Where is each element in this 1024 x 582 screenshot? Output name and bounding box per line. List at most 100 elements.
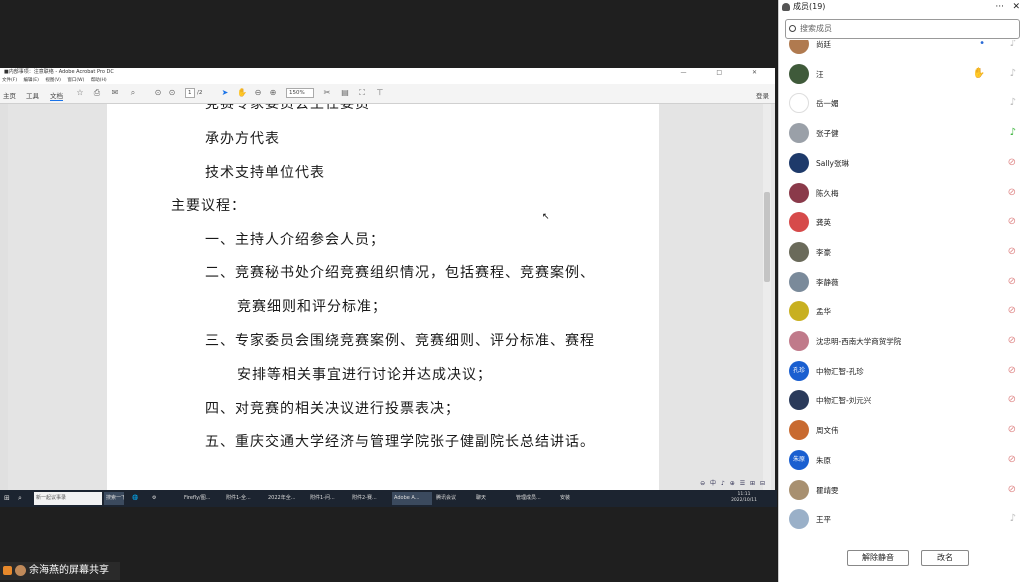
member-row[interactable]: 中物汇智-刘元兴 ⊘ (779, 386, 1024, 415)
mic-muted-icon[interactable]: ⊘ (1008, 454, 1016, 466)
member-row[interactable]: 瞿靖雯 ⊘ (779, 476, 1024, 505)
avatar (789, 93, 809, 114)
grid-icon[interactable]: ⊞ (750, 480, 755, 487)
taskbar-item[interactable]: Firefly/图... (182, 492, 222, 505)
moon-icon[interactable]: ♪ (721, 480, 725, 487)
member-row[interactable]: 李豪 ⊘ (779, 238, 1024, 267)
menu-view[interactable]: 视图(V) (45, 78, 61, 83)
mic-muted-icon[interactable]: ⊘ (1008, 276, 1016, 288)
member-row[interactable]: 孟华 ⊘ (779, 297, 1024, 326)
taskbar-item[interactable]: 管理成员... (514, 492, 556, 505)
member-row[interactable]: 孔珍 中物汇智-孔珍 ⊘ (779, 357, 1024, 386)
system-clock[interactable]: 11:11 2022/10/11 (731, 492, 757, 504)
member-row[interactable]: 张子健 ♪ (779, 119, 1024, 148)
member-row[interactable]: Sally张琳 ⊘ (779, 149, 1024, 178)
member-row[interactable]: 李静薇 ⊘ (779, 268, 1024, 297)
mic-muted-icon[interactable]: ⊘ (1008, 335, 1016, 347)
zoom-in-icon[interactable]: ⊕ (730, 480, 735, 487)
member-row[interactable]: 沈忠明-西南大学商贸学院 ⊘ (779, 327, 1024, 356)
member-row[interactable]: 朱原 朱原 ⊘ (779, 446, 1024, 475)
tab-tools[interactable]: 工具 (26, 90, 39, 100)
zoom-out-icon[interactable]: ⊖ (700, 480, 705, 487)
print-icon[interactable]: ⎙ (92, 88, 102, 98)
page-icon[interactable]: ▤ (340, 88, 350, 98)
hand-icon[interactable]: ✋ (237, 88, 247, 98)
members-footer: 解除静音 改名 (779, 537, 1024, 582)
member-row[interactable]: 王平 ♪ (779, 505, 1024, 534)
close-icon[interactable]: ✕ (1012, 0, 1020, 14)
mic-muted-icon[interactable]: ⊘ (1008, 187, 1016, 199)
bookmark-icon[interactable]: ☆ (75, 88, 85, 98)
mail-icon[interactable]: ✉ (110, 88, 120, 98)
menu-file[interactable]: 文件(F) (2, 78, 17, 83)
mic-icon[interactable]: ♪ (1010, 97, 1016, 109)
menu-window[interactable]: 窗口(W) (67, 78, 84, 83)
mic-icon[interactable]: ♪ (1010, 68, 1016, 80)
menu-edit[interactable]: 编辑(E) (24, 78, 39, 83)
search-icon[interactable]: ⌕ (128, 88, 138, 98)
unmute-all-button[interactable]: 解除静音 (847, 550, 909, 566)
member-row[interactable]: 陈久梅 ⊘ (779, 179, 1024, 208)
screen-share-indicator[interactable]: 余海燕的屏幕共享 (0, 562, 120, 580)
mic-muted-icon[interactable]: ⊘ (1008, 216, 1016, 228)
login-link[interactable]: 登录 (756, 90, 769, 100)
menu-help[interactable]: 帮助(H) (91, 78, 107, 83)
taskbar-search-box[interactable]: 新一起议事录 (34, 492, 102, 505)
mic-muted-icon[interactable]: ⊘ (1008, 424, 1016, 436)
avatar (789, 241, 809, 262)
mic-muted-icon[interactable]: ⊘ (1008, 365, 1016, 377)
mic-icon[interactable]: ♪ (1010, 40, 1016, 50)
scrollbar-thumb[interactable] (764, 192, 770, 282)
window-controls[interactable]: — □ ✕ (680, 68, 771, 77)
mic-icon[interactable]: ♪ (1010, 513, 1016, 525)
zoom-out-icon[interactable]: ⊖ (253, 88, 263, 98)
member-row[interactable]: 周文伟 ⊘ (779, 416, 1024, 445)
browser-icon[interactable]: 🌐 (130, 492, 140, 505)
taskbar-item[interactable]: 附件2-赛... (350, 492, 390, 505)
taskbar-item[interactable]: 腾讯会议 (434, 492, 472, 505)
layout-icon[interactable]: ⊟ (760, 480, 765, 487)
taskbar-item[interactable]: 聊天 (474, 492, 512, 505)
more-icon[interactable]: ··· (995, 0, 1004, 14)
next-page-icon[interactable]: ⊙ (167, 88, 177, 98)
select-arrow-icon[interactable]: ➤ (220, 88, 230, 98)
taskbar-item-acrobat[interactable]: Adobe A... (392, 492, 432, 505)
taskbar-item[interactable]: 附件1-问... (308, 492, 348, 505)
member-row[interactable]: 龚英 ⊘ (779, 208, 1024, 237)
crop-icon[interactable]: ✂ (322, 88, 332, 98)
member-list[interactable]: 尚廷 • ♪ 汪 ✋ ♪ 岳一媚 ♪ 张子健 ♪ Sally张琳 ⊘ 陈久梅 ⊘ 龚英 ⊘ 李豪 ⊘ 李静薇 ⊘ 孟华 ⊘… (779, 40, 1024, 537)
fullscreen-icon[interactable]: ⛶ (357, 88, 367, 98)
search-input[interactable]: 搜索成员 (785, 19, 1020, 39)
member-row[interactable]: 汪 ✋ ♪ (779, 60, 1024, 89)
prev-page-icon[interactable]: ⊙ (153, 88, 163, 98)
zoom-select[interactable]: 150% (286, 88, 314, 98)
taskbar-item[interactable]: 附件1-全... (224, 492, 264, 505)
zoom-in-icon[interactable]: ⊕ (268, 88, 278, 98)
ime-chinese-icon[interactable]: 中 (710, 480, 716, 487)
member-row[interactable]: 岳一媚 ♪ (779, 89, 1024, 118)
menu-icon[interactable]: ☰ (740, 480, 745, 487)
mic-muted-icon[interactable]: ⊘ (1008, 246, 1016, 258)
settings-icon[interactable]: ⚙ (150, 492, 158, 505)
mic-muted-icon[interactable]: ⊘ (1008, 305, 1016, 317)
left-collapse-strip[interactable] (0, 104, 8, 490)
search-icon[interactable]: ⌕ (16, 492, 24, 505)
member-row[interactable]: 尚廷 • ♪ (779, 40, 1024, 59)
tab-home[interactable]: 主页 (3, 90, 16, 100)
taskbar-item[interactable]: 搜索一下 (104, 492, 124, 505)
page-number-input[interactable]: 1 (185, 88, 195, 98)
doc-line: 承办方代表 (205, 131, 280, 147)
tab-document[interactable]: 文档 (50, 90, 63, 101)
mic-muted-icon[interactable]: ⊘ (1008, 157, 1016, 169)
search-icon (789, 25, 796, 32)
mic-icon[interactable]: ♪ (1010, 127, 1016, 139)
stamp-icon[interactable]: ⊤ (375, 88, 385, 98)
mic-muted-icon[interactable]: ⊘ (1008, 484, 1016, 496)
start-icon[interactable]: ⊞ (2, 492, 12, 505)
mic-muted-icon[interactable]: ⊘ (1008, 394, 1016, 406)
vertical-scrollbar[interactable] (763, 104, 771, 490)
taskbar-item[interactable]: 安装 (558, 492, 598, 505)
document-viewport[interactable]: 竞赛专家委员会主任委员 承办方代表 技术支持单位代表 主要议程： 一、主持人介绍… (0, 104, 775, 490)
taskbar-item[interactable]: 2022年全... (266, 492, 306, 505)
rename-button[interactable]: 改名 (921, 550, 969, 566)
